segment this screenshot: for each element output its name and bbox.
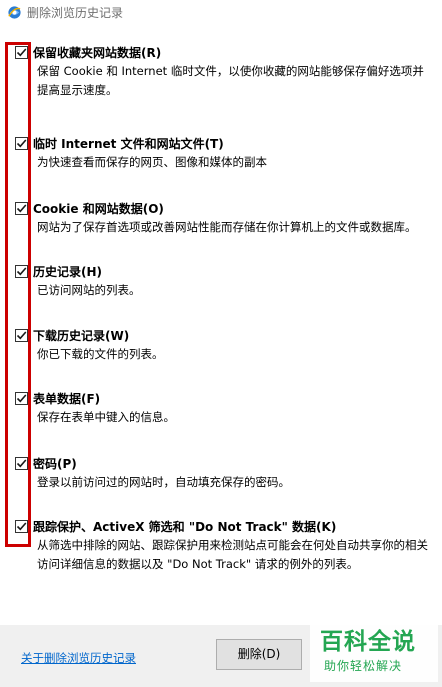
window-title: 删除浏览历史记录 [27, 6, 124, 20]
option-description: 保留 Cookie 和 Internet 临时文件，以使你收藏的网站能够保存偏好… [37, 64, 424, 97]
option-description: 你已下载的文件的列表。 [37, 347, 164, 361]
ie-globe-icon [8, 6, 21, 19]
option-title: Cookie 和网站数据(O) [33, 202, 164, 216]
option-description: 网站为了保存首选项或改善网站性能而存储在你计算机上的文件或数据库。 [37, 220, 417, 234]
watermark-title: 百科全说 [320, 629, 416, 655]
delete-button[interactable]: 删除(D) [216, 639, 302, 670]
option-description: 已访问网站的列表。 [37, 283, 141, 297]
option-title: 临时 Internet 文件和网站文件(T) [33, 137, 224, 151]
about-delete-history-link[interactable]: 关于删除浏览历史记录 [21, 650, 136, 666]
watermark-logo: 百科全说 助你轻松解决 [310, 620, 438, 682]
option-title: 历史记录(H) [33, 265, 103, 279]
checkbox-highlight-box [5, 42, 31, 547]
watermark-subtitle: 助你轻松解决 [324, 659, 403, 673]
option-title: 表单数据(F) [33, 392, 101, 406]
option-title: 密码(P) [33, 457, 77, 471]
options-panel: 保留收藏夹网站数据(R) 保留 Cookie 和 Internet 临时文件，以… [0, 28, 442, 631]
option-description: 从筛选中排除的网站、跟踪保护用来检测站点可能会在何处自动共享你的相关访问详细信息… [37, 538, 428, 571]
option-description: 保存在表单中键入的信息。 [37, 410, 175, 424]
title-bar: 删除浏览历史记录 [0, 0, 442, 28]
option-title: 下载历史记录(W) [33, 329, 130, 343]
option-title: 跟踪保护、ActiveX 筛选和 "Do Not Track" 数据(K) [33, 520, 337, 534]
option-description: 登录以前访问过的网站时，自动填充保存的密码。 [37, 475, 290, 489]
option-title: 保留收藏夹网站数据(R) [33, 46, 162, 60]
option-description: 为快速查看而保存的网页、图像和媒体的副本 [37, 155, 267, 169]
